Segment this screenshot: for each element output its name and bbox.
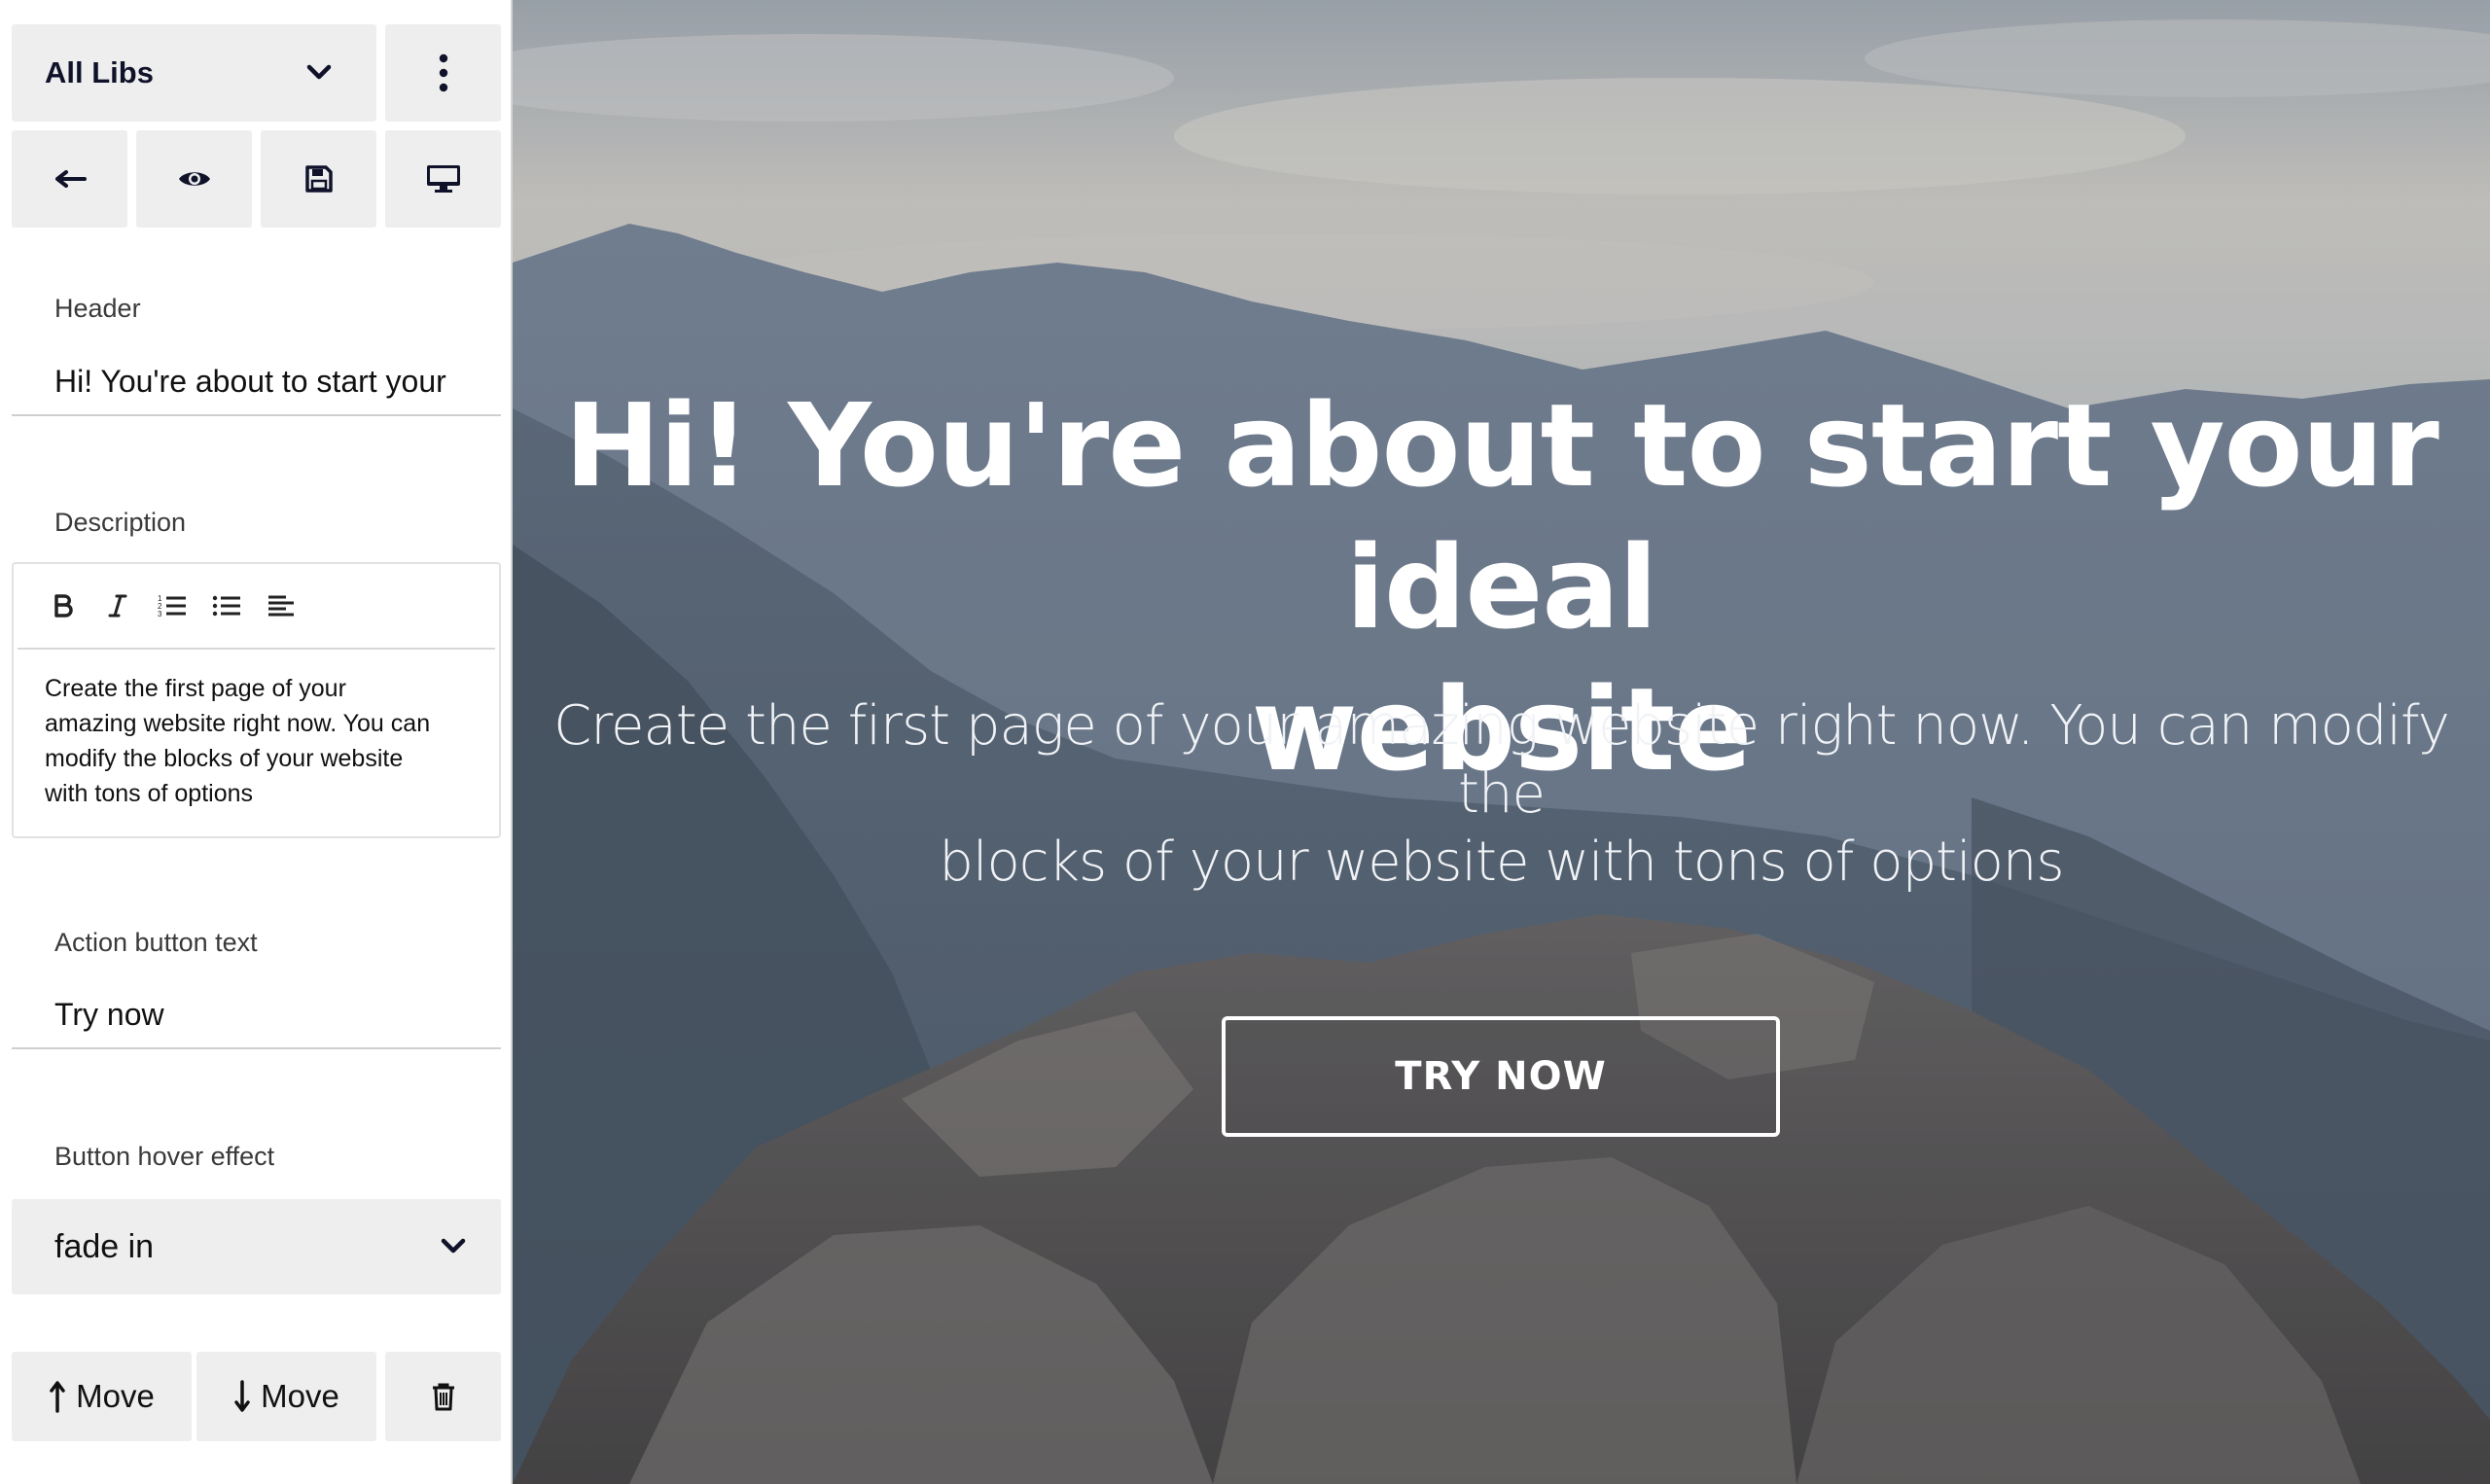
hero-description: Create the first page of your amazing we…	[551, 692, 2451, 897]
hero-description-line: Create the first page of your amazing we…	[553, 694, 2450, 826]
back-button[interactable]	[12, 130, 127, 228]
save-button[interactable]	[261, 130, 376, 228]
device-view-button[interactable]	[385, 130, 501, 228]
hero-title-line: Hi! You're about to start your ideal	[564, 378, 2439, 654]
svg-text:3: 3	[158, 610, 162, 618]
bold-icon[interactable]	[47, 589, 80, 622]
description-line: modify the blocks of your website	[45, 745, 404, 772]
description-line: Create the first page of your	[45, 675, 346, 702]
arrow-up-icon	[49, 1380, 66, 1413]
italic-icon[interactable]	[101, 589, 134, 622]
action-field-label: Action button text	[54, 928, 258, 957]
more-menu-button[interactable]	[385, 24, 501, 122]
chevron-down-icon	[306, 64, 332, 82]
unordered-list-icon[interactable]	[210, 589, 243, 622]
move-up-button[interactable]: Move	[12, 1352, 192, 1441]
description-field-label: Description	[54, 508, 187, 537]
description-line: amazing website right now. You can	[45, 710, 431, 737]
trash-icon	[431, 1382, 456, 1411]
library-select-label: All Libs	[45, 55, 154, 89]
align-left-icon[interactable]	[265, 589, 298, 622]
move-down-button[interactable]: Move	[196, 1352, 376, 1441]
delete-button[interactable]	[385, 1352, 501, 1441]
ordered-list-icon[interactable]: 123	[156, 589, 189, 622]
hover-field-label: Button hover effect	[54, 1142, 275, 1171]
chevron-down-icon	[441, 1238, 466, 1255]
editor-sidebar: All Libs Header Description	[0, 0, 513, 1484]
library-select[interactable]: All Libs	[12, 24, 376, 122]
floppy-disk-icon	[304, 164, 334, 194]
description-text[interactable]: Create the first page of your amazing we…	[14, 650, 499, 811]
page-preview: Hi! You're about to start your ideal web…	[513, 0, 2490, 1484]
arrow-left-icon	[53, 169, 87, 189]
arrow-down-icon	[233, 1380, 251, 1413]
hover-effect-value: fade in	[54, 1227, 155, 1265]
try-now-button[interactable]: TRY NOW	[1222, 1016, 1780, 1137]
header-input[interactable]	[12, 348, 501, 416]
move-up-label: Move	[76, 1378, 155, 1414]
preview-button[interactable]	[136, 130, 252, 228]
hover-effect-select[interactable]: fade in	[12, 1199, 501, 1294]
desktop-monitor-icon	[426, 163, 461, 194]
description-editor[interactable]: 123 Create the first page of your amazin…	[12, 562, 501, 838]
editor-toolbar: 123	[18, 564, 495, 650]
action-text-input[interactable]	[12, 981, 501, 1049]
hero-description-line: blocks of your website with tons of opti…	[939, 830, 2064, 894]
kebab-menu-icon	[439, 53, 448, 92]
header-field-label: Header	[54, 294, 141, 323]
description-line: with tons of options	[45, 780, 254, 807]
move-down-label: Move	[261, 1378, 339, 1414]
eye-icon	[177, 167, 212, 191]
